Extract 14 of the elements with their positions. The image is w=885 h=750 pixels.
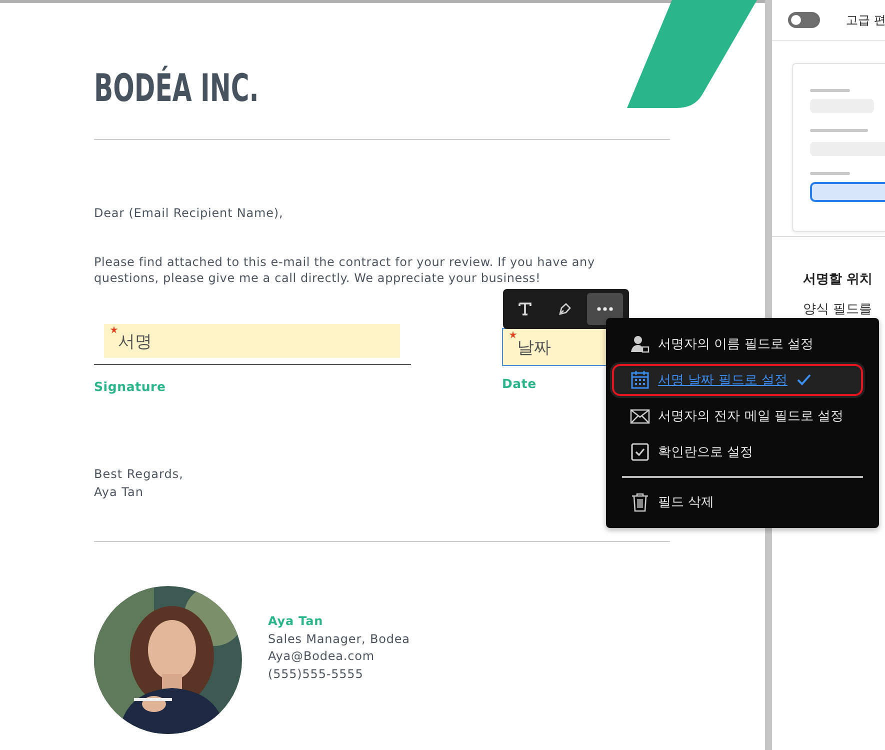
closing-text: Best Regards, — [94, 466, 184, 483]
company-logo: BODÉA INC. — [94, 65, 259, 111]
closing-text: Aya Tan — [94, 484, 144, 501]
contact-name: Aya Tan — [268, 613, 324, 630]
contact-phone: (555)555-5555 — [268, 666, 364, 682]
toggle-label: 고급 편 — [846, 12, 885, 28]
field-label: Signature — [94, 379, 167, 394]
contact-email: Aya@Bodea.com — [268, 648, 376, 665]
body-paragraph: Please find attached to this e-mail the contract for your review. If you have any questions, please give me a call directly. We appreciate your business! — [94, 254, 596, 286]
contact-title: Sales Manager, Bodea — [268, 630, 410, 648]
panel-heading: 서명할 위치 — [803, 271, 874, 288]
field-label: Date — [502, 376, 538, 391]
greeting-text: Dear (Email Recipient Name), — [94, 206, 284, 220]
panel-text: 양식 필드를 — [803, 301, 874, 318]
